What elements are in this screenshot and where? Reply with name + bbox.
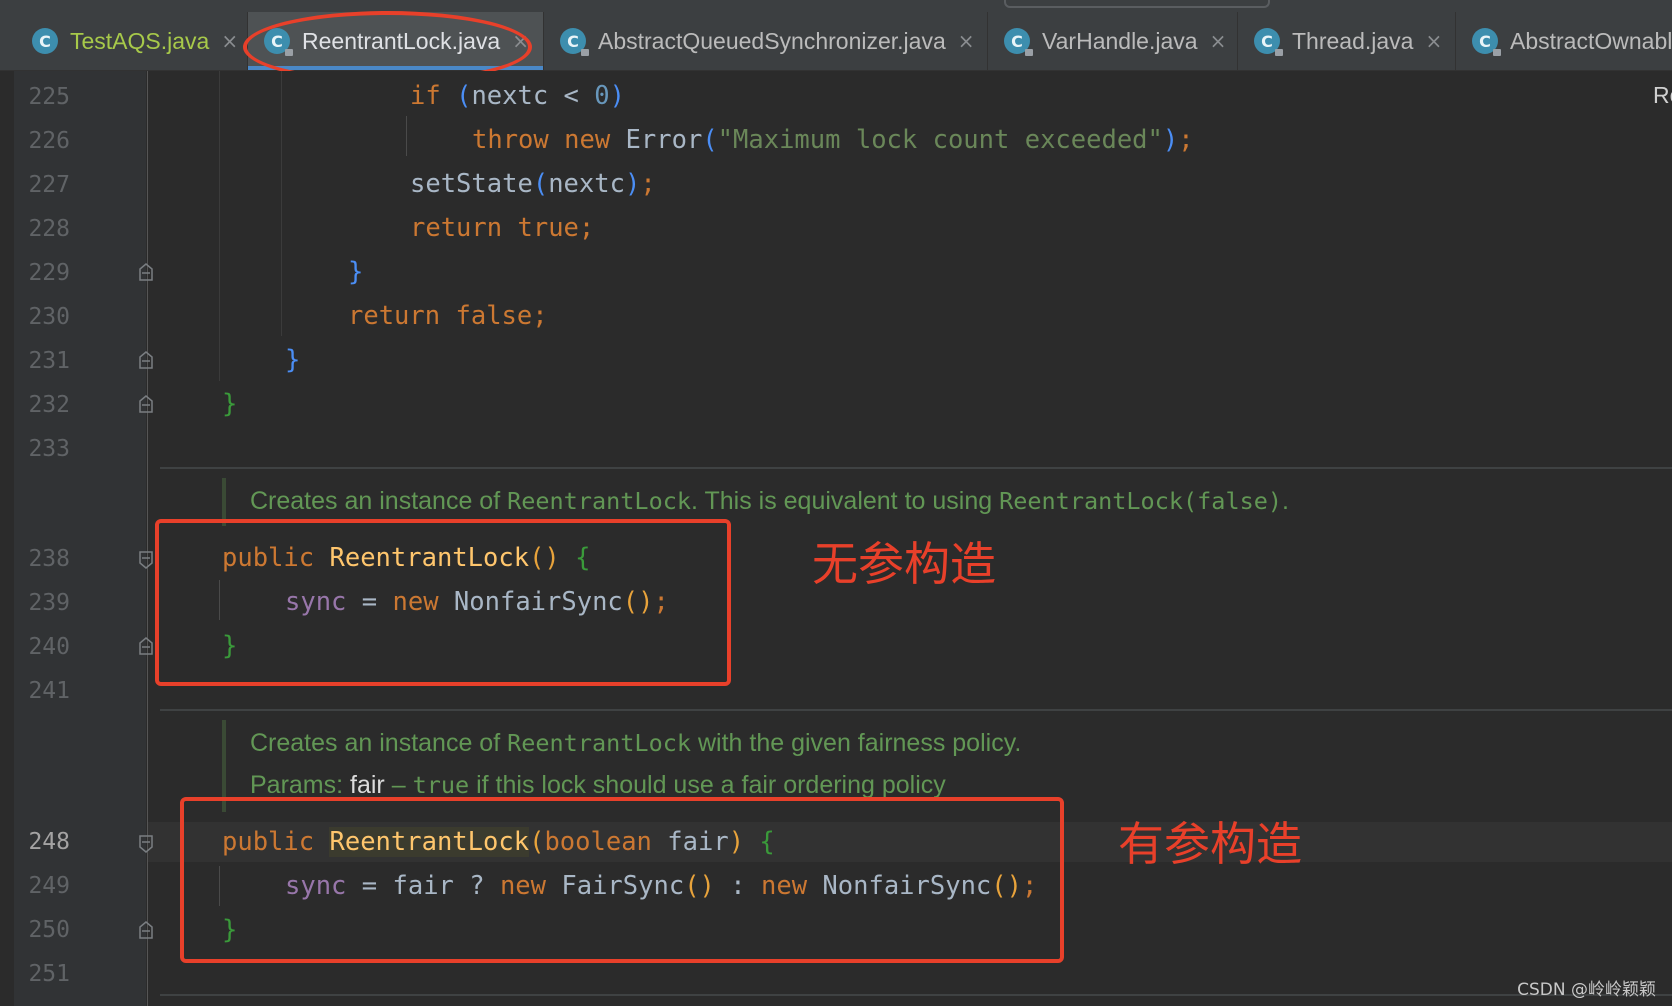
tab-label: TestAQS.java: [70, 27, 210, 54]
class-icon: C: [32, 28, 58, 54]
tab-testaqs[interactable]: C TestAQS.java ×: [16, 12, 248, 70]
code-line-225: if (nextc < 0): [410, 81, 625, 111]
doc-comment-witharg: Creates an instance of ReentrantLock wit…: [250, 729, 1022, 757]
tab-thread[interactable]: C Thread.java ×: [1238, 12, 1456, 70]
line-number: 249: [28, 873, 70, 899]
close-icon[interactable]: ×: [958, 29, 975, 53]
code-line-228: return true;: [410, 213, 595, 243]
fold-end-icon[interactable]: [139, 263, 153, 281]
doc-comment-params: Params: fair – true if this lock should …: [250, 771, 946, 799]
fold-end-icon[interactable]: [139, 395, 153, 413]
code-line-231: }: [285, 345, 301, 375]
line-number: 226: [28, 128, 70, 154]
doc-separator: [160, 994, 1672, 996]
close-icon[interactable]: ×: [1425, 29, 1442, 53]
window-top-strip: [0, 0, 1672, 12]
line-number: 229: [28, 260, 70, 286]
class-locked-icon: C: [560, 28, 589, 56]
indent-guide: [406, 116, 407, 156]
tab-label: VarHandle.java: [1042, 27, 1198, 54]
tab-label: Thread.java: [1292, 27, 1414, 54]
line-number: 233: [28, 436, 70, 462]
line-number: 251: [28, 961, 70, 987]
line-number: 250: [28, 917, 70, 943]
class-locked-icon: C: [1254, 28, 1283, 56]
fold-start-icon[interactable]: [139, 835, 153, 853]
close-icon[interactable]: ×: [1210, 29, 1227, 53]
line-number: 239: [28, 590, 70, 616]
fold-end-icon[interactable]: [139, 637, 153, 655]
line-number: 241: [28, 678, 70, 704]
line-number: 232: [28, 392, 70, 418]
line-number: 238: [28, 546, 70, 572]
tab-abstractownable[interactable]: C AbstractOwnabl: [1456, 12, 1672, 70]
tab-abstractqueuedsynchronizer[interactable]: C AbstractQueuedSynchronizer.java ×: [544, 12, 988, 70]
code-line-226: throw new Error("Maximum lock count exce…: [472, 125, 1194, 155]
class-locked-icon: C: [1472, 28, 1501, 56]
doc-separator: [160, 709, 1672, 711]
line-number: 240: [28, 634, 70, 660]
watermark: CSDN @岭岭颖颖: [1517, 980, 1656, 1000]
indent-guide: [281, 71, 282, 336]
annotation-witharg-label: 有参构造: [1118, 817, 1302, 871]
fold-start-icon[interactable]: [139, 551, 153, 569]
close-icon[interactable]: ×: [221, 29, 238, 53]
line-number: 228: [28, 216, 70, 242]
annotation-box-witharg: [180, 797, 1064, 963]
toolbar-box: [1004, 0, 1270, 8]
fold-end-icon[interactable]: [139, 351, 153, 369]
line-number-gutter: [14, 71, 146, 1006]
line-number: 231: [28, 348, 70, 374]
tab-varhandle[interactable]: C VarHandle.java ×: [988, 12, 1238, 70]
annotation-noarg-label: 无参构造: [812, 537, 996, 591]
code-line-230: return false;: [348, 301, 548, 331]
tab-label: AbstractQueuedSynchronizer.java: [598, 27, 946, 54]
indent-guide: [219, 71, 220, 381]
code-line-232: }: [222, 389, 238, 419]
code-line-227: setState(nextc);: [410, 169, 656, 199]
reader-mode-label[interactable]: Re: [1653, 82, 1672, 109]
doc-separator: [160, 467, 1672, 469]
tab-label: AbstractOwnabl: [1510, 27, 1672, 54]
line-number: 227: [28, 172, 70, 198]
fold-end-icon[interactable]: [139, 921, 153, 939]
line-number-current: 248: [28, 829, 70, 855]
line-number: 230: [28, 304, 70, 330]
code-line-229: }: [348, 257, 364, 287]
line-number: 225: [28, 84, 70, 110]
class-locked-icon: C: [1004, 28, 1033, 56]
doc-comment-noarg: Creates an instance of ReentrantLock. Th…: [250, 487, 1289, 515]
gutter-margin: [0, 71, 14, 1006]
annotation-box-noarg: [155, 519, 731, 686]
